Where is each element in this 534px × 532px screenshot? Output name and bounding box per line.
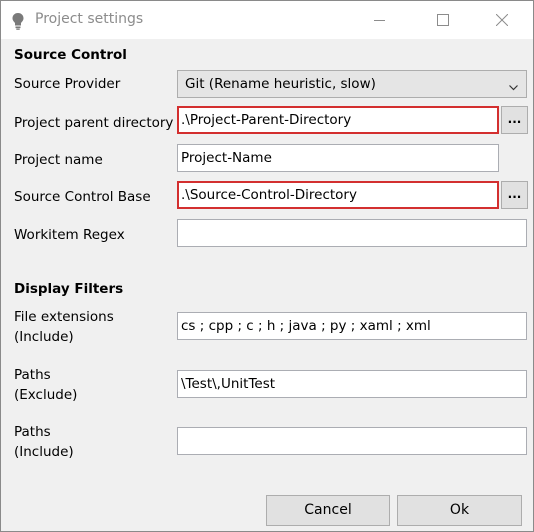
paths-include-input[interactable] [177, 427, 527, 455]
source-provider-label: Source Provider [14, 76, 121, 92]
workitem-regex-label: Workitem Regex [14, 227, 125, 243]
project-name-label: Project name [14, 152, 103, 168]
maximize-icon [437, 14, 449, 26]
maximize-button[interactable] [420, 1, 466, 39]
lightbulb-icon [11, 12, 25, 30]
ok-button[interactable]: Ok [397, 495, 522, 526]
window-title: Project settings [35, 11, 144, 27]
paths-exclude-label-line2: (Exclude) [14, 387, 78, 403]
display-filters-heading: Display Filters [14, 281, 124, 297]
title-bar[interactable]: Project settings [1, 1, 533, 39]
browse-parent-directory-button[interactable]: ... [501, 106, 528, 134]
paths-include-label-line2: (Include) [14, 444, 74, 460]
dialog-content: Source Control Source Provider Git (Rena… [1, 39, 533, 531]
source-control-base-label: Source Control Base [14, 189, 151, 205]
project-settings-window: Project settings Source Control Source P… [0, 0, 534, 532]
source-control-heading: Source Control [14, 47, 127, 63]
project-parent-directory-label: Project parent directory [14, 115, 174, 131]
paths-exclude-label-line1: Paths [14, 367, 51, 383]
paths-include-label-line1: Paths [14, 424, 51, 440]
paths-exclude-input[interactable]: \Test\,UnitTest [177, 370, 527, 398]
source-control-base-input[interactable]: .\Source-Control-Directory [177, 181, 499, 209]
minimize-button[interactable] [357, 1, 403, 39]
file-extensions-label-line1: File extensions [14, 309, 114, 325]
project-name-input[interactable]: Project-Name [177, 144, 499, 172]
cancel-button[interactable]: Cancel [266, 495, 390, 526]
source-provider-dropdown[interactable]: Git (Rename heuristic, slow) [177, 70, 527, 98]
file-extensions-input[interactable]: cs ; cpp ; c ; h ; java ; py ; xaml ; xm… [177, 312, 527, 340]
paths-include-label: Paths (Include) [14, 422, 74, 462]
workitem-regex-input[interactable] [177, 219, 527, 247]
file-extensions-label: File extensions (Include) [14, 307, 114, 347]
close-icon [496, 14, 508, 26]
close-button[interactable] [479, 1, 525, 39]
chevron-down-icon [509, 79, 518, 95]
file-extensions-label-line2: (Include) [14, 329, 74, 345]
minimize-icon [374, 20, 385, 21]
source-provider-value: Git (Rename heuristic, slow) [185, 76, 376, 92]
browse-source-control-base-button[interactable]: ... [501, 181, 528, 209]
paths-exclude-label: Paths (Exclude) [14, 365, 77, 405]
project-parent-directory-input[interactable]: .\Project-Parent-Directory [177, 106, 499, 134]
